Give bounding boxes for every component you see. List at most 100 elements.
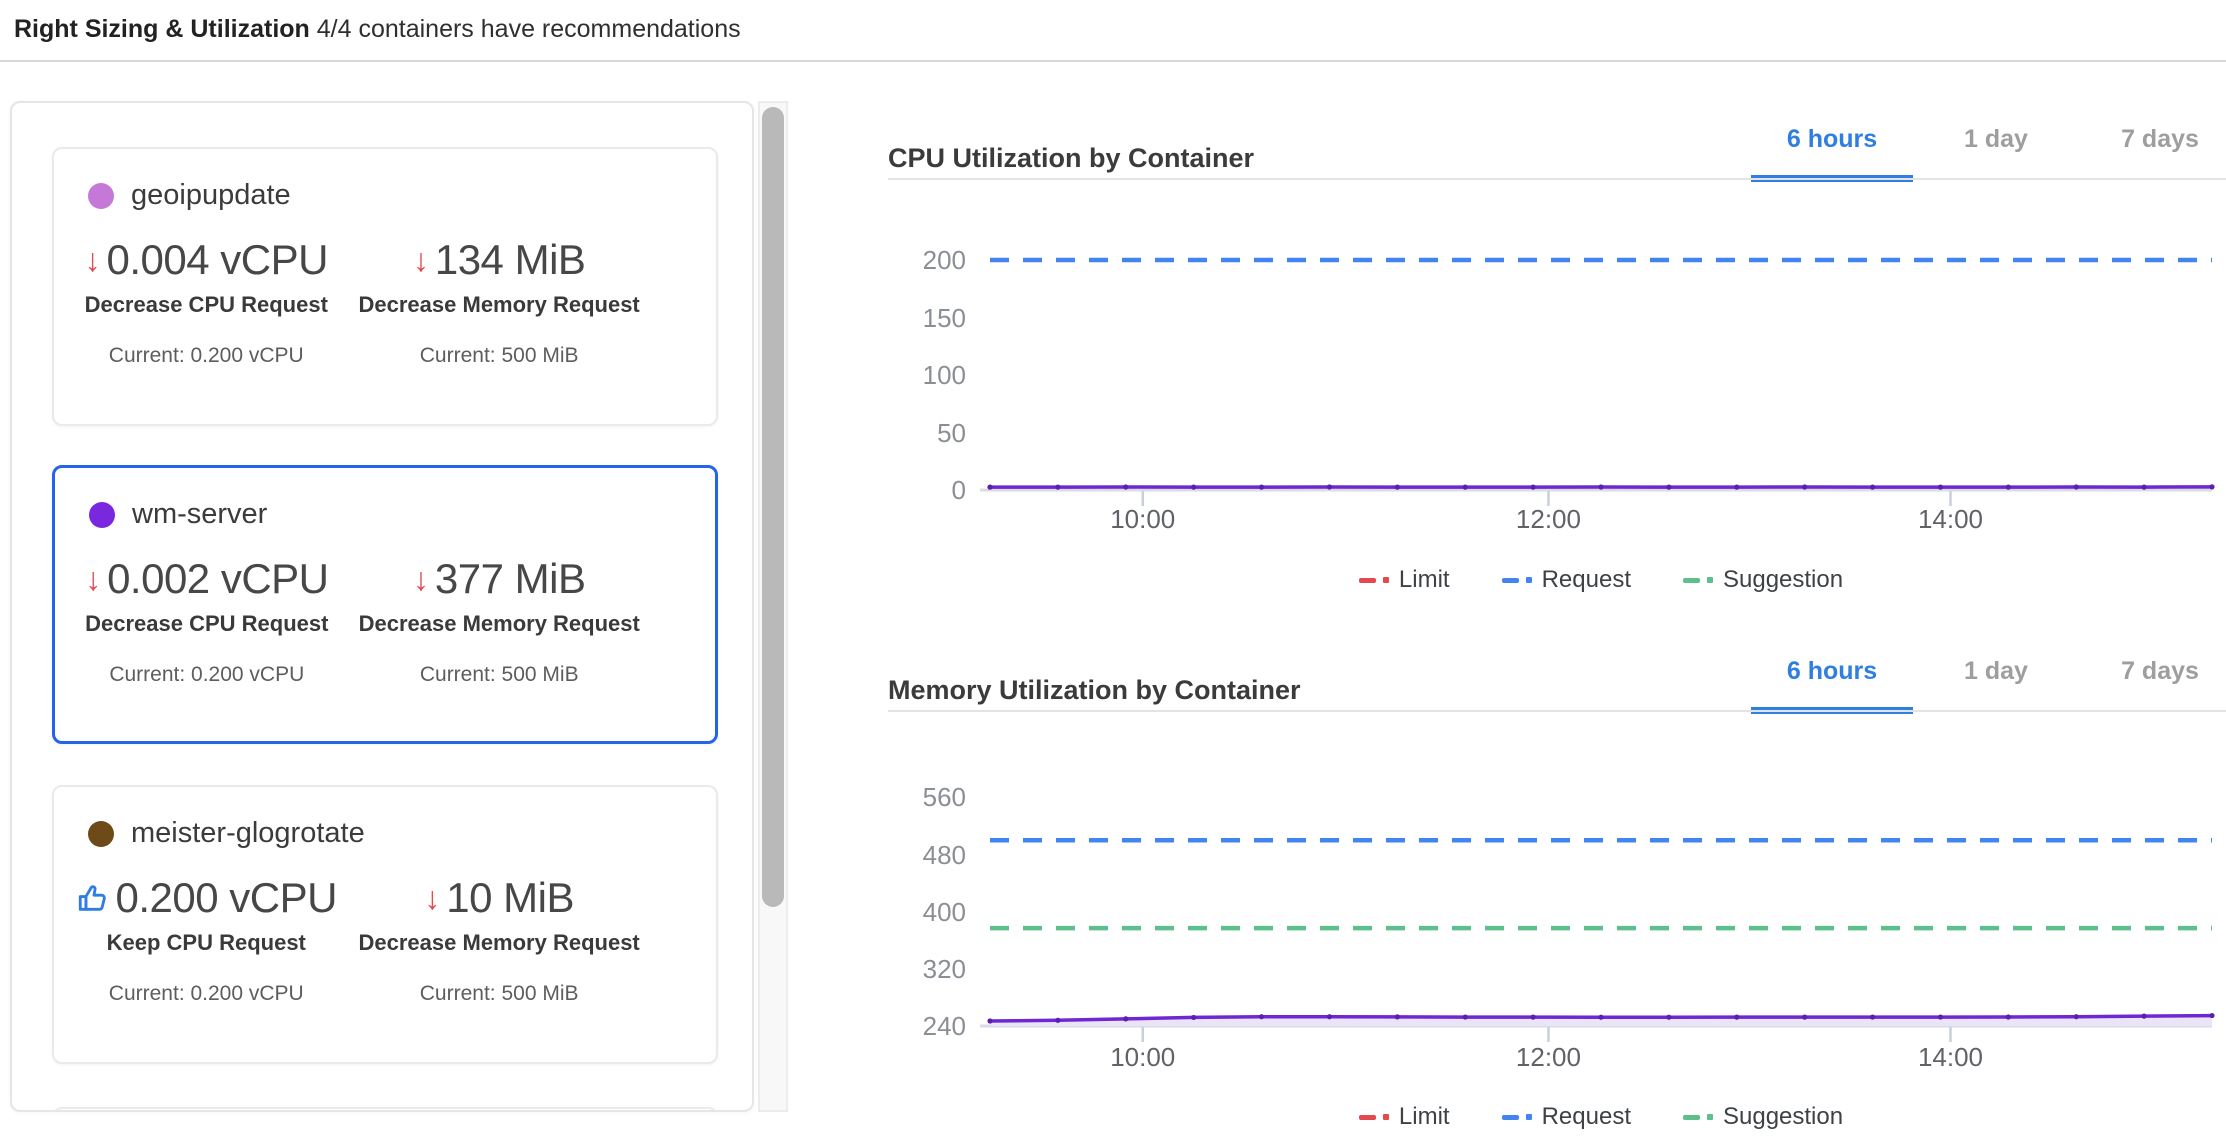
arrow-down-icon: ↓ bbox=[413, 563, 429, 595]
y-axis-tick-label: 150 bbox=[888, 302, 966, 334]
header-divider bbox=[0, 60, 2226, 62]
cpu-recommendation-label: Keep CPU Request bbox=[107, 930, 306, 956]
legend-item-request[interactable]: Request bbox=[1502, 1102, 1631, 1132]
container-card-geoipupdate[interactable]: geoipupdate↓0.004 vCPUDecrease CPU Reque… bbox=[52, 147, 718, 426]
legend-swatch-dot bbox=[1707, 1114, 1713, 1120]
cpu-recommendation-label: Decrease CPU Request bbox=[85, 611, 328, 637]
container-color-dot bbox=[88, 183, 114, 209]
legend-swatch bbox=[1502, 1115, 1519, 1120]
legend-swatch-dot bbox=[1383, 1114, 1389, 1120]
memory-recommendation: ↓10 MiB Decrease Memory Request Current: 5… bbox=[359, 874, 640, 1006]
container-card-meister-glogrotate[interactable]: meister-glogrotate 0.200 vCPU Keep CPU Req… bbox=[52, 785, 718, 1064]
legend-label: Suggestion bbox=[1723, 566, 1843, 594]
container-name: wm-server bbox=[132, 498, 267, 531]
cpu-current-value: Current: 0.200 vCPU bbox=[109, 344, 304, 368]
legend-swatch-dot bbox=[1707, 577, 1713, 583]
legend-swatch bbox=[1683, 1115, 1700, 1120]
arrow-down-icon: ↓ bbox=[413, 244, 429, 276]
legend-swatch bbox=[1502, 578, 1519, 583]
y-axis-tick-label: 0 bbox=[888, 474, 966, 506]
legend-swatch-dot bbox=[1526, 577, 1532, 583]
y-axis-tick-label: 50 bbox=[888, 417, 966, 449]
x-axis-tick-label: 12:00 bbox=[1478, 1041, 1618, 1073]
cpu-chart-title: CPU Utilization by Container bbox=[888, 143, 1254, 174]
container-name: meister-glogrotate bbox=[131, 817, 365, 850]
y-axis-tick-label: 400 bbox=[888, 896, 966, 928]
legend-item-suggestion[interactable]: Suggestion bbox=[1683, 1102, 1843, 1132]
x-axis-tick-label: 10:00 bbox=[1073, 1041, 1213, 1073]
memory-plot-svg bbox=[990, 776, 2212, 1056]
legend-label: Request bbox=[1542, 1103, 1631, 1131]
y-axis-tick-label: 480 bbox=[888, 839, 966, 871]
cpu-recommended-value: 0.200 vCPU bbox=[116, 874, 337, 922]
legend-swatch bbox=[1359, 1115, 1376, 1120]
cpu-recommended-value: 0.004 vCPU bbox=[107, 236, 328, 284]
memory-recommendation-label: Decrease Memory Request bbox=[359, 611, 640, 637]
legend-swatch-dot bbox=[1526, 1114, 1532, 1120]
memory-recommended-value: 10 MiB bbox=[446, 874, 574, 922]
memory-chart-legend: Limit Request Suggestion bbox=[990, 1102, 2212, 1132]
y-axis-tick-label: 240 bbox=[888, 1010, 966, 1042]
legend-label: Limit bbox=[1399, 566, 1450, 594]
cpu-recommendation-label: Decrease CPU Request bbox=[85, 292, 328, 318]
page-title-bold: Right Sizing & Utilization bbox=[14, 15, 310, 43]
cpu-chart-legend: Limit Request Suggestion bbox=[990, 565, 2212, 595]
x-axis-tick-label: 10:00 bbox=[1073, 503, 1213, 535]
cpu-current-value: Current: 0.200 vCPU bbox=[109, 982, 304, 1006]
x-axis-tick-label: 14:00 bbox=[1880, 503, 2020, 535]
tab-7-days[interactable]: 7 days bbox=[2078, 101, 2226, 178]
container-card-partial[interactable] bbox=[52, 1107, 718, 1112]
y-axis-tick-label: 200 bbox=[888, 244, 966, 276]
thumbs-up-icon bbox=[76, 881, 110, 915]
memory-recommendation: ↓377 MiBDecrease Memory RequestCurrent: … bbox=[359, 555, 640, 687]
tab-6-hours[interactable]: 6 hours bbox=[1750, 633, 1914, 710]
x-axis-tick-label: 14:00 bbox=[1880, 1041, 2020, 1073]
memory-current-value: Current: 500 MiB bbox=[420, 344, 579, 368]
memory-chart-title: Memory Utilization by Container bbox=[888, 675, 1301, 706]
memory-current-value: Current: 500 MiB bbox=[420, 982, 579, 1006]
sidebar-scrollbar[interactable] bbox=[758, 101, 788, 1112]
memory-current-value: Current: 500 MiB bbox=[420, 663, 579, 687]
y-axis-tick-label: 100 bbox=[888, 359, 966, 391]
tab-1-day[interactable]: 1 day bbox=[1914, 633, 2078, 710]
memory-recommendation-label: Decrease Memory Request bbox=[359, 292, 640, 318]
arrow-down-icon: ↓ bbox=[424, 882, 440, 914]
memory-recommendation: ↓134 MiB Decrease Memory Request Current: … bbox=[359, 236, 640, 368]
legend-item-suggestion[interactable]: Suggestion bbox=[1683, 565, 1843, 595]
container-name: geoipupdate bbox=[131, 179, 291, 212]
container-card-wm-server[interactable]: wm-server↓0.002 vCPUDecrease CPU Request… bbox=[52, 465, 718, 744]
tab-7-days[interactable]: 7 days bbox=[2078, 633, 2226, 710]
cpu-chart-timerange-tabs: 6 hours1 day7 days bbox=[1750, 101, 2226, 178]
cpu-recommendation: ↓0.002 vCPU Decrease CPU Request Current: … bbox=[55, 555, 359, 687]
page-title: Right Sizing & Utilization 4/4 container… bbox=[14, 12, 741, 46]
tab-6-hours[interactable]: 6 hours bbox=[1750, 101, 1914, 178]
cpu-recommended-value: 0.002 vCPU bbox=[107, 555, 328, 603]
memory-chart-timerange-tabs: 6 hours1 day7 days bbox=[1750, 633, 2226, 710]
legend-item-limit[interactable]: Limit bbox=[1359, 565, 1450, 595]
arrow-down-icon: ↓ bbox=[85, 244, 101, 276]
charts-column: CPU Utilization by Container 6 hours1 da… bbox=[888, 101, 2226, 1144]
page-title-subtitle: 4/4 containers have recommendations bbox=[317, 15, 741, 43]
tab-1-day[interactable]: 1 day bbox=[1914, 101, 2078, 178]
sidebar-scrollbar-thumb[interactable] bbox=[762, 107, 784, 907]
legend-swatch-dot bbox=[1383, 577, 1389, 583]
container-recommendation-list: geoipupdate↓0.004 vCPUDecrease CPU Reque… bbox=[10, 101, 754, 1112]
cpu-plot-svg bbox=[990, 237, 2212, 520]
y-axis-tick-label: 560 bbox=[888, 781, 966, 813]
container-color-dot bbox=[89, 502, 115, 528]
memory-utilization-section: Memory Utilization by Container 6 hours1… bbox=[888, 633, 2226, 1144]
memory-recommendation-label: Decrease Memory Request bbox=[359, 930, 640, 956]
cpu-recommendation: 0.200 vCPU Keep CPU Request Current: 0.200… bbox=[54, 874, 359, 1006]
page: Right Sizing & Utilization 4/4 container… bbox=[0, 0, 2226, 1144]
legend-label: Limit bbox=[1399, 1103, 1450, 1131]
x-axis-tick-label: 12:00 bbox=[1478, 503, 1618, 535]
cpu-section-divider bbox=[888, 178, 2226, 180]
legend-item-limit[interactable]: Limit bbox=[1359, 1102, 1450, 1132]
container-color-dot bbox=[88, 821, 114, 847]
cpu-utilization-section: CPU Utilization by Container 6 hours1 da… bbox=[888, 101, 2226, 633]
memory-recommended-value: 134 MiB bbox=[435, 236, 586, 284]
legend-swatch bbox=[1683, 578, 1700, 583]
arrow-down-icon: ↓ bbox=[85, 563, 101, 595]
cpu-current-value: Current: 0.200 vCPU bbox=[109, 663, 304, 687]
legend-item-request[interactable]: Request bbox=[1502, 565, 1631, 595]
